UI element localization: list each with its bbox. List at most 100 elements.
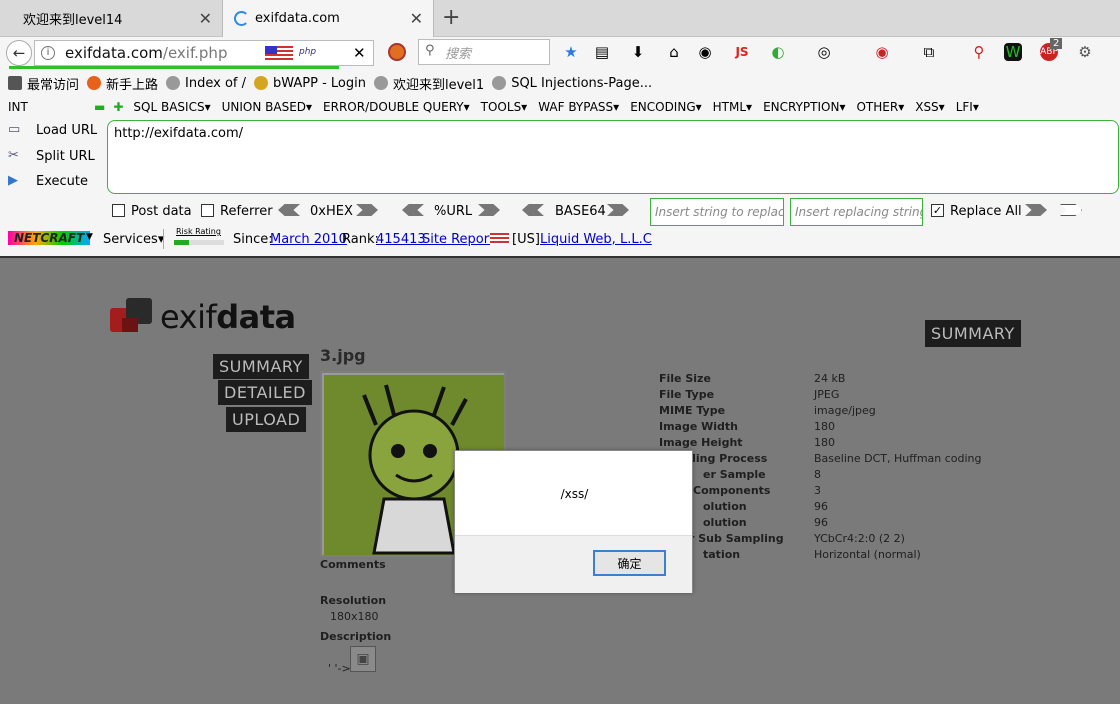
broken-image-icon: ▣ [350,646,376,672]
separator [163,229,164,249]
bookmark-item[interactable]: 最常访问 [8,74,79,93]
description-label: Description [320,630,392,643]
replacing-string-input[interactable]: Insert replacing string [790,198,923,226]
split-url-icon: ✂ [8,148,19,163]
hackbar-icon[interactable]: ◉ [873,43,891,61]
resolution-label: Resolution [320,594,387,607]
bookmark-item[interactable]: SQL Injections-Page... [492,76,652,91]
plus-icon[interactable]: ✚ [113,100,123,114]
comments-label: Comments [320,558,386,571]
replace-arrow-icon[interactable] [1025,204,1047,216]
menu-other[interactable]: OTHER▾ [856,100,904,114]
since-link[interactable]: March 2010 [270,232,347,247]
ok-button[interactable]: 确定 [593,550,666,576]
rank-link[interactable]: 415413 [376,232,426,247]
bookmarks-bar: 最常访问 新手上路 Index of / bWAPP - Login 欢迎来到l… [0,70,1120,96]
nav-summary[interactable]: SUMMARY [213,354,309,379]
nav-detailed[interactable]: DETAILED [218,380,312,405]
bookmark-item[interactable]: 欢迎来到level1 [374,74,484,93]
search-input[interactable]: ⚲ 搜索 [418,39,550,65]
settings-gear-icon[interactable]: ⚙ [1076,43,1094,61]
hackbar-panel: INT ▬ ✚ SQL BASICS▾ UNION BASED▾ ERROR/D… [0,96,1120,256]
folder-icon [8,76,22,90]
cookie-icon[interactable]: ◎ [815,43,833,61]
load-url-icon: ▭ [8,122,21,137]
hex-label: 0xHEX [310,204,353,219]
post-data-checkbox[interactable] [112,204,125,217]
download-icon[interactable]: ⬇ [629,43,647,61]
new-tab-icon[interactable]: + [442,5,460,30]
tab-level14[interactable]: 欢迎来到level14 ✕ [0,0,222,37]
bookmark-item[interactable]: bWAPP - Login [254,76,366,91]
menu-tools[interactable]: TOOLS▾ [481,100,528,114]
firefox-icon [87,76,102,90]
netcraft-logo[interactable]: NETCRAFT [8,231,91,245]
translate-icon[interactable]: ◐ [769,43,787,61]
menu-union-based[interactable]: UNION BASED▾ [222,100,312,114]
hex-encode-arrow-icon[interactable] [356,204,378,216]
referrer-checkbox[interactable] [201,204,214,217]
minus-icon[interactable]: ▬ [94,100,105,114]
bee-icon [254,76,268,90]
insert-string-input[interactable]: Insert string to replace [650,198,784,226]
bookmark-item[interactable]: 新手上路 [87,74,158,93]
referrer-label: Referrer [220,204,273,219]
menu-error-query[interactable]: ERROR/DOUBLE QUERY▾ [323,100,470,114]
back-button[interactable]: ← [6,40,32,66]
load-url-button[interactable]: ▭ Load URL [8,122,97,138]
risk-rating-bar [174,240,224,245]
menu-lfi[interactable]: LFI▾ [956,100,979,114]
menu-sql-basics[interactable]: SQL BASICS▾ [133,100,210,114]
tab-title: exifdata.com [255,11,340,26]
shield-icon[interactable]: W [1004,43,1022,61]
info-icon[interactable]: i [41,46,55,60]
stop-icon[interactable]: ✕ [353,44,366,62]
close-tab-icon[interactable]: ✕ [410,9,423,28]
globe-icon [492,76,507,90]
description-value: ' '-> [328,662,351,675]
url-encode-arrow-icon[interactable] [478,204,500,216]
menu-html[interactable]: HTML▾ [713,100,752,114]
url-textarea[interactable]: http://exifdata.com/ [107,120,1119,194]
url-bar[interactable]: i exifdata.com/exif.php php ✕ [9,40,374,69]
bookmark-star-icon[interactable]: ★ [562,43,580,61]
replace-next-arrow-icon[interactable] [1060,204,1082,216]
services-menu[interactable]: Services▾ [103,232,164,247]
menu-xss[interactable]: XSS▾ [915,100,944,114]
menu-encoding[interactable]: ENCODING▾ [630,100,701,114]
bookmark-item[interactable]: Index of / [166,76,246,91]
blocker-icon[interactable] [388,43,406,61]
php-badge: php [299,47,317,57]
hex-decode-arrow-icon[interactable] [278,204,300,216]
menu-waf-bypass[interactable]: WAF BYPASS▾ [538,100,619,114]
nav-upload[interactable]: UPLOAD [226,407,307,432]
resolution-value: 180x180 [330,610,379,623]
split-url-button[interactable]: ✂ Split URL [8,148,95,164]
base64-decode-arrow-icon[interactable] [522,204,544,216]
adblock-count-badge: 2 [1050,38,1063,49]
chevron-down-icon[interactable]: ▼ [86,232,93,242]
home-icon[interactable]: ⌂ [665,43,683,61]
magnifier-icon[interactable]: ⚲ [970,43,988,61]
summary-badge[interactable]: SUMMARY [925,320,1021,347]
screenshot-icon[interactable]: ⧉ [920,43,938,61]
base64-encode-arrow-icon[interactable] [607,204,629,216]
file-name: 3.jpg [320,346,366,365]
url-text[interactable]: exifdata.com/exif.php [65,44,227,62]
site-report-link[interactable]: Site Report [422,232,494,247]
rank-label: Rank: [342,232,379,247]
base64-label: BASE64 [555,204,606,219]
metadata-values: 24 kB JPEG image/jpeg 180 180 Baseline D… [814,372,982,561]
close-tab-icon[interactable]: ✕ [199,9,212,28]
reading-list-icon[interactable]: ▤ [593,43,611,61]
nav-bar: ← i exifdata.com/exif.php php ✕ ⚲ 搜索 [0,37,1120,70]
hosting-link[interactable]: Liquid Web, L.L.C [540,232,652,247]
globe-icon[interactable]: ◉ [696,43,714,61]
url-decode-arrow-icon[interactable] [402,204,424,216]
js-toggle-icon[interactable]: JS [733,43,751,61]
execute-button[interactable]: ▶ Execute [8,173,88,189]
replace-all-checkbox[interactable]: ✓ [931,204,944,217]
type-select[interactable]: INT [8,100,94,114]
tab-exifdata[interactable]: exifdata.com ✕ [222,0,434,37]
menu-encryption[interactable]: ENCRYPTION▾ [763,100,845,114]
